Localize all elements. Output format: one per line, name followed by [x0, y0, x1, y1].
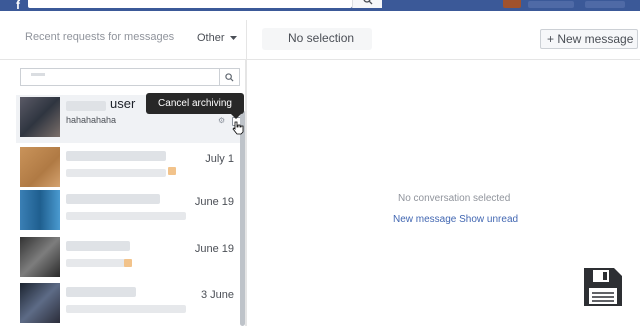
facebook-search-button[interactable] [352, 0, 382, 8]
list-item[interactable]: June 19 [16, 188, 242, 236]
conversation-snippet: hahahahaha [66, 115, 117, 125]
no-selection-title: No selection [288, 31, 355, 45]
avatar [20, 190, 60, 230]
list-item[interactable]: June 19 [16, 235, 242, 283]
cancel-archiving-tooltip: Cancel archiving [146, 93, 244, 114]
conversation-name: user [110, 96, 136, 111]
no-conversation-message: No conversation selected [398, 193, 511, 204]
gear-icon[interactable]: ⚙ [218, 117, 225, 125]
conversation-snippet-blurred [66, 169, 166, 177]
empty-state-actions: New message Show unread [393, 214, 518, 225]
other-filter-dropdown[interactable]: Other [197, 32, 237, 44]
conversation-name-blurred [66, 194, 160, 204]
unread-indicator [168, 167, 176, 175]
unread-indicator [124, 259, 132, 267]
conversation-snippet-blurred [66, 259, 126, 267]
conversation-name-blurred [66, 287, 136, 297]
messages-header: Recent requests for messages Other No se… [0, 20, 640, 60]
conversation-date: July 1 [205, 153, 234, 165]
profile-avatar[interactable] [503, 0, 521, 8]
conversation-name-blurred [66, 101, 106, 111]
avatar [20, 147, 60, 187]
caret-down-icon [229, 35, 237, 40]
conversation-search-input[interactable] [20, 68, 240, 86]
conversation-date: 3 June [200, 289, 234, 301]
profile-link[interactable] [528, 1, 574, 8]
new-message-button[interactable]: + New message [540, 29, 638, 49]
avatar [20, 237, 60, 277]
avatar [20, 97, 60, 137]
other-filter-label: Other [197, 32, 225, 44]
top-bar: f [0, 0, 640, 12]
conversation-name-blurred [66, 151, 166, 161]
conversation-date: June 19 [194, 196, 234, 208]
tooltip-arrow [231, 114, 241, 119]
hand-pointer-icon [232, 121, 244, 135]
conversation-snippet-blurred [66, 212, 186, 220]
facebook-search-input[interactable] [28, 0, 352, 8]
column-divider-vertical [245, 60, 247, 326]
avatar [20, 283, 60, 323]
home-link[interactable] [585, 1, 625, 8]
conversation-snippet-blurred [66, 305, 186, 313]
column-divider [246, 20, 247, 60]
show-unread-link[interactable]: Show unread [459, 214, 518, 225]
facebook-logo-icon[interactable]: f [16, 0, 26, 12]
conversation-search-button[interactable] [219, 69, 239, 85]
list-item[interactable]: July 1 [16, 145, 242, 193]
recent-requests-label[interactable]: Recent requests for messages [25, 31, 174, 43]
search-icon [225, 72, 234, 82]
search-input-text [31, 73, 45, 76]
list-item[interactable]: 3 June [16, 281, 242, 326]
conversation-name-blurred [66, 241, 130, 251]
search-icon [362, 0, 372, 5]
conversation-list-scrollbar[interactable] [240, 110, 245, 326]
floppy-disk-icon [584, 268, 622, 306]
new-message-link[interactable]: New message [393, 214, 456, 225]
conversation-date: June 19 [194, 243, 234, 255]
